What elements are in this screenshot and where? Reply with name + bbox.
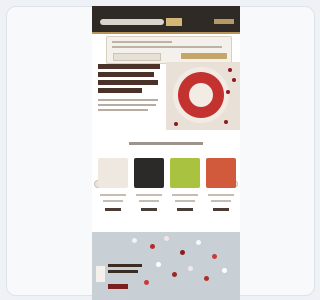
- banner-cta-button[interactable]: [108, 284, 128, 289]
- logo-icon[interactable]: [166, 18, 182, 26]
- hero-image: [166, 62, 240, 130]
- site-header: [92, 6, 240, 32]
- section-title: [129, 142, 203, 145]
- cookie-accept-button[interactable]: [181, 53, 227, 59]
- product-carousel: [92, 156, 240, 226]
- header-icons[interactable]: [214, 19, 234, 24]
- product-card[interactable]: [132, 156, 166, 218]
- product-card[interactable]: [168, 156, 202, 218]
- product-card[interactable]: [204, 156, 238, 218]
- cookie-consent-dialog: [106, 36, 232, 64]
- cookie-decline-button[interactable]: [113, 53, 161, 61]
- cookie-text: [112, 46, 222, 48]
- mobile-page-screenshot: [92, 6, 240, 300]
- product-image: [206, 158, 236, 188]
- product-image: [98, 158, 128, 188]
- cake-image: [178, 72, 224, 118]
- banner-text: [108, 264, 144, 284]
- hero-text: [98, 64, 164, 134]
- header-divider: [92, 32, 240, 34]
- cookie-title: [112, 41, 172, 43]
- product-card[interactable]: [96, 156, 130, 218]
- product-image: [134, 158, 164, 188]
- search-input[interactable]: [100, 19, 164, 25]
- product-image: [170, 158, 200, 188]
- promo-banner: [92, 232, 240, 300]
- banner-logo: [96, 266, 105, 282]
